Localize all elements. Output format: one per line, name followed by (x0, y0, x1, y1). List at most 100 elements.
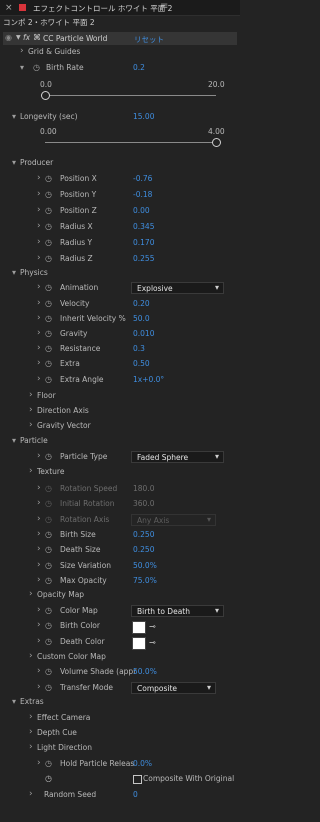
property-row-light-direction[interactable]: › Light Direction (0, 742, 240, 757)
stopwatch-icon[interactable]: ◷ (45, 667, 52, 676)
property-value[interactable]: 360.0 (133, 499, 154, 508)
stopwatch-icon[interactable]: ◷ (45, 484, 52, 493)
property-row-random-seed[interactable]: › Random Seed 0 (0, 789, 240, 804)
property-value[interactable]: -0.76 (133, 174, 152, 183)
checkbox-label[interactable]: Composite With Original (143, 774, 234, 783)
property-row-inherit-velocity[interactable]: › ◷ Inherit Velocity % 50.0 (0, 313, 240, 328)
animation-dropdown[interactable]: Explosive ▾ (131, 282, 224, 294)
collapse-arrow-icon[interactable]: › (37, 620, 41, 630)
property-row-initial-rotation[interactable]: › ◷ Initial Rotation 360.0 (0, 498, 240, 513)
transfer-mode-dropdown[interactable]: Composite ▾ (131, 682, 216, 694)
property-row-position-z[interactable]: › ◷ Position Z 0.00 (0, 205, 240, 220)
stopwatch-icon[interactable]: ◷ (45, 375, 52, 384)
property-value[interactable]: 75.0% (133, 576, 157, 585)
collapse-arrow-icon[interactable]: › (37, 173, 41, 183)
property-value[interactable]: 0 (133, 790, 138, 799)
property-value[interactable]: 0.250 (133, 545, 154, 554)
property-row-depth-cue[interactable]: › Depth Cue (0, 727, 240, 742)
property-row-rotation-speed[interactable]: › ◷ Rotation Speed 180.0 (0, 483, 240, 498)
property-row-gravity-vector[interactable]: › Gravity Vector (0, 420, 240, 435)
collapse-arrow-icon[interactable]: › (20, 46, 24, 56)
property-row-effect-camera[interactable]: › Effect Camera (0, 712, 240, 727)
stopwatch-icon[interactable]: ◷ (45, 359, 52, 368)
visibility-icon[interactable]: ◉ (5, 33, 12, 42)
property-row-position-y[interactable]: › ◷ Position Y -0.18 (0, 189, 240, 204)
death-color-swatch[interactable] (132, 637, 146, 650)
property-value[interactable]: -0.18 (133, 190, 152, 199)
property-row-physics[interactable]: ▾ Physics (0, 268, 240, 282)
collapse-arrow-icon[interactable]: › (37, 758, 41, 768)
collapse-arrow-icon[interactable]: › (37, 575, 41, 585)
collapse-arrow-icon[interactable]: › (29, 405, 33, 415)
collapse-arrow-icon[interactable]: › (29, 420, 33, 430)
expand-arrow-icon[interactable]: ▾ (12, 158, 16, 167)
property-row-resistance[interactable]: › ◷ Resistance 0.3 (0, 343, 240, 358)
property-row-opacity-map[interactable]: › Opacity Map (0, 589, 240, 604)
property-value[interactable]: 50.0 (133, 314, 150, 323)
property-row-gravity[interactable]: › ◷ Gravity 0.010 (0, 328, 240, 343)
stopwatch-icon[interactable]: ◷ (45, 283, 52, 292)
collapse-arrow-icon[interactable]: › (29, 712, 33, 722)
collapse-arrow-icon[interactable]: › (37, 374, 41, 384)
stopwatch-icon[interactable]: ◷ (45, 561, 52, 570)
property-row-animation[interactable]: › ◷ Animation Explosive ▾ (0, 282, 240, 297)
collapse-arrow-icon[interactable]: › (37, 636, 41, 646)
property-value[interactable]: 15.00 (133, 112, 154, 121)
collapse-arrow-icon[interactable]: › (37, 328, 41, 338)
slider-thumb[interactable] (212, 138, 221, 147)
collapse-arrow-icon[interactable]: › (37, 682, 41, 692)
collapse-arrow-icon[interactable]: › (37, 605, 41, 615)
property-value[interactable]: 50.0% (133, 561, 157, 570)
property-row-velocity[interactable]: › ◷ Velocity 0.20 (0, 298, 240, 313)
property-value[interactable]: 0.345 (133, 222, 154, 231)
birth-rate-slider[interactable]: 0.0 20.0 (0, 80, 240, 102)
color-map-dropdown[interactable]: Birth to Death ▾ (131, 605, 224, 617)
property-row-birth-color[interactable]: › ◷ Birth Color ⊸ (0, 620, 240, 635)
stopwatch-icon[interactable]: ◷ (45, 576, 52, 585)
stopwatch-icon[interactable]: ◷ (45, 515, 52, 524)
property-value[interactable]: 0.0% (133, 759, 152, 768)
property-row-extras[interactable]: ▾ Extras (0, 697, 240, 711)
collapse-arrow-icon[interactable]: › (29, 589, 33, 599)
property-value[interactable]: 0.3 (133, 344, 145, 353)
property-row-custom-color-map[interactable]: › Custom Color Map (0, 651, 240, 666)
stopwatch-icon[interactable]: ◷ (45, 545, 52, 554)
property-row-extra-angle[interactable]: › ◷ Extra Angle 1x+0.0° (0, 374, 240, 389)
collapse-arrow-icon[interactable]: › (29, 390, 33, 400)
property-row-transfer-mode[interactable]: › ◷ Transfer Mode Composite ▾ (0, 682, 240, 697)
property-row-position-x[interactable]: › ◷ Position X -0.76 (0, 173, 240, 188)
collapse-arrow-icon[interactable]: › (37, 498, 41, 508)
effect-header-row[interactable]: ◉ ▼ fx ⌘ CC Particle World リセット (3, 32, 237, 45)
slider-thumb[interactable] (41, 91, 50, 100)
stopwatch-icon[interactable]: ◷ (45, 683, 52, 692)
property-value[interactable]: 0.50 (133, 359, 150, 368)
collapse-arrow-icon[interactable]: › (37, 221, 41, 231)
collapse-arrow-icon[interactable]: › (37, 451, 41, 461)
property-row-radius-x[interactable]: › ◷ Radius X 0.345 (0, 221, 240, 236)
stopwatch-icon[interactable]: ◷ (45, 759, 52, 768)
stopwatch-icon[interactable]: ◷ (45, 299, 52, 308)
property-row-volume-shade[interactable]: › ◷ Volume Shade (appr 50.0% (0, 666, 240, 681)
collapse-arrow-icon[interactable]: › (37, 189, 41, 199)
stopwatch-icon[interactable]: ◷ (45, 314, 52, 323)
stopwatch-icon[interactable]: ◷ (45, 499, 52, 508)
property-row-particle[interactable]: ▾ Particle (0, 436, 240, 450)
eyedropper-icon[interactable]: ⊸ (149, 622, 156, 631)
property-value[interactable]: 0.250 (133, 530, 154, 539)
stopwatch-icon[interactable]: ◷ (45, 774, 52, 783)
property-row-grid[interactable]: › Grid & Guides (0, 46, 240, 61)
property-row-composite-original[interactable]: ◷ ◷ Composite With Original (0, 774, 240, 788)
property-row-particle-type[interactable]: › ◷ Particle Type Faded Sphere ▾ (0, 451, 240, 466)
stopwatch-icon[interactable]: ◷ (45, 190, 52, 199)
stopwatch-icon[interactable]: ◷ (45, 606, 52, 615)
longevity-slider[interactable]: 0.00 4.00 (0, 127, 240, 149)
expand-arrow-icon[interactable]: ▾ (12, 436, 16, 445)
collapse-arrow-icon[interactable]: › (29, 742, 33, 752)
property-row-hold-particle[interactable]: › ◷ Hold Particle Releas 0.0% (0, 758, 240, 773)
property-row-longevity[interactable]: ▾ Longevity (sec) 15.00 (0, 112, 240, 126)
property-value[interactable]: 0.255 (133, 254, 154, 263)
expand-arrow-icon[interactable]: ▾ (12, 697, 16, 706)
stopwatch-icon[interactable]: ◷ (45, 238, 52, 247)
collapse-arrow-icon[interactable]: › (37, 282, 41, 292)
collapse-arrow-icon[interactable]: › (29, 727, 33, 737)
